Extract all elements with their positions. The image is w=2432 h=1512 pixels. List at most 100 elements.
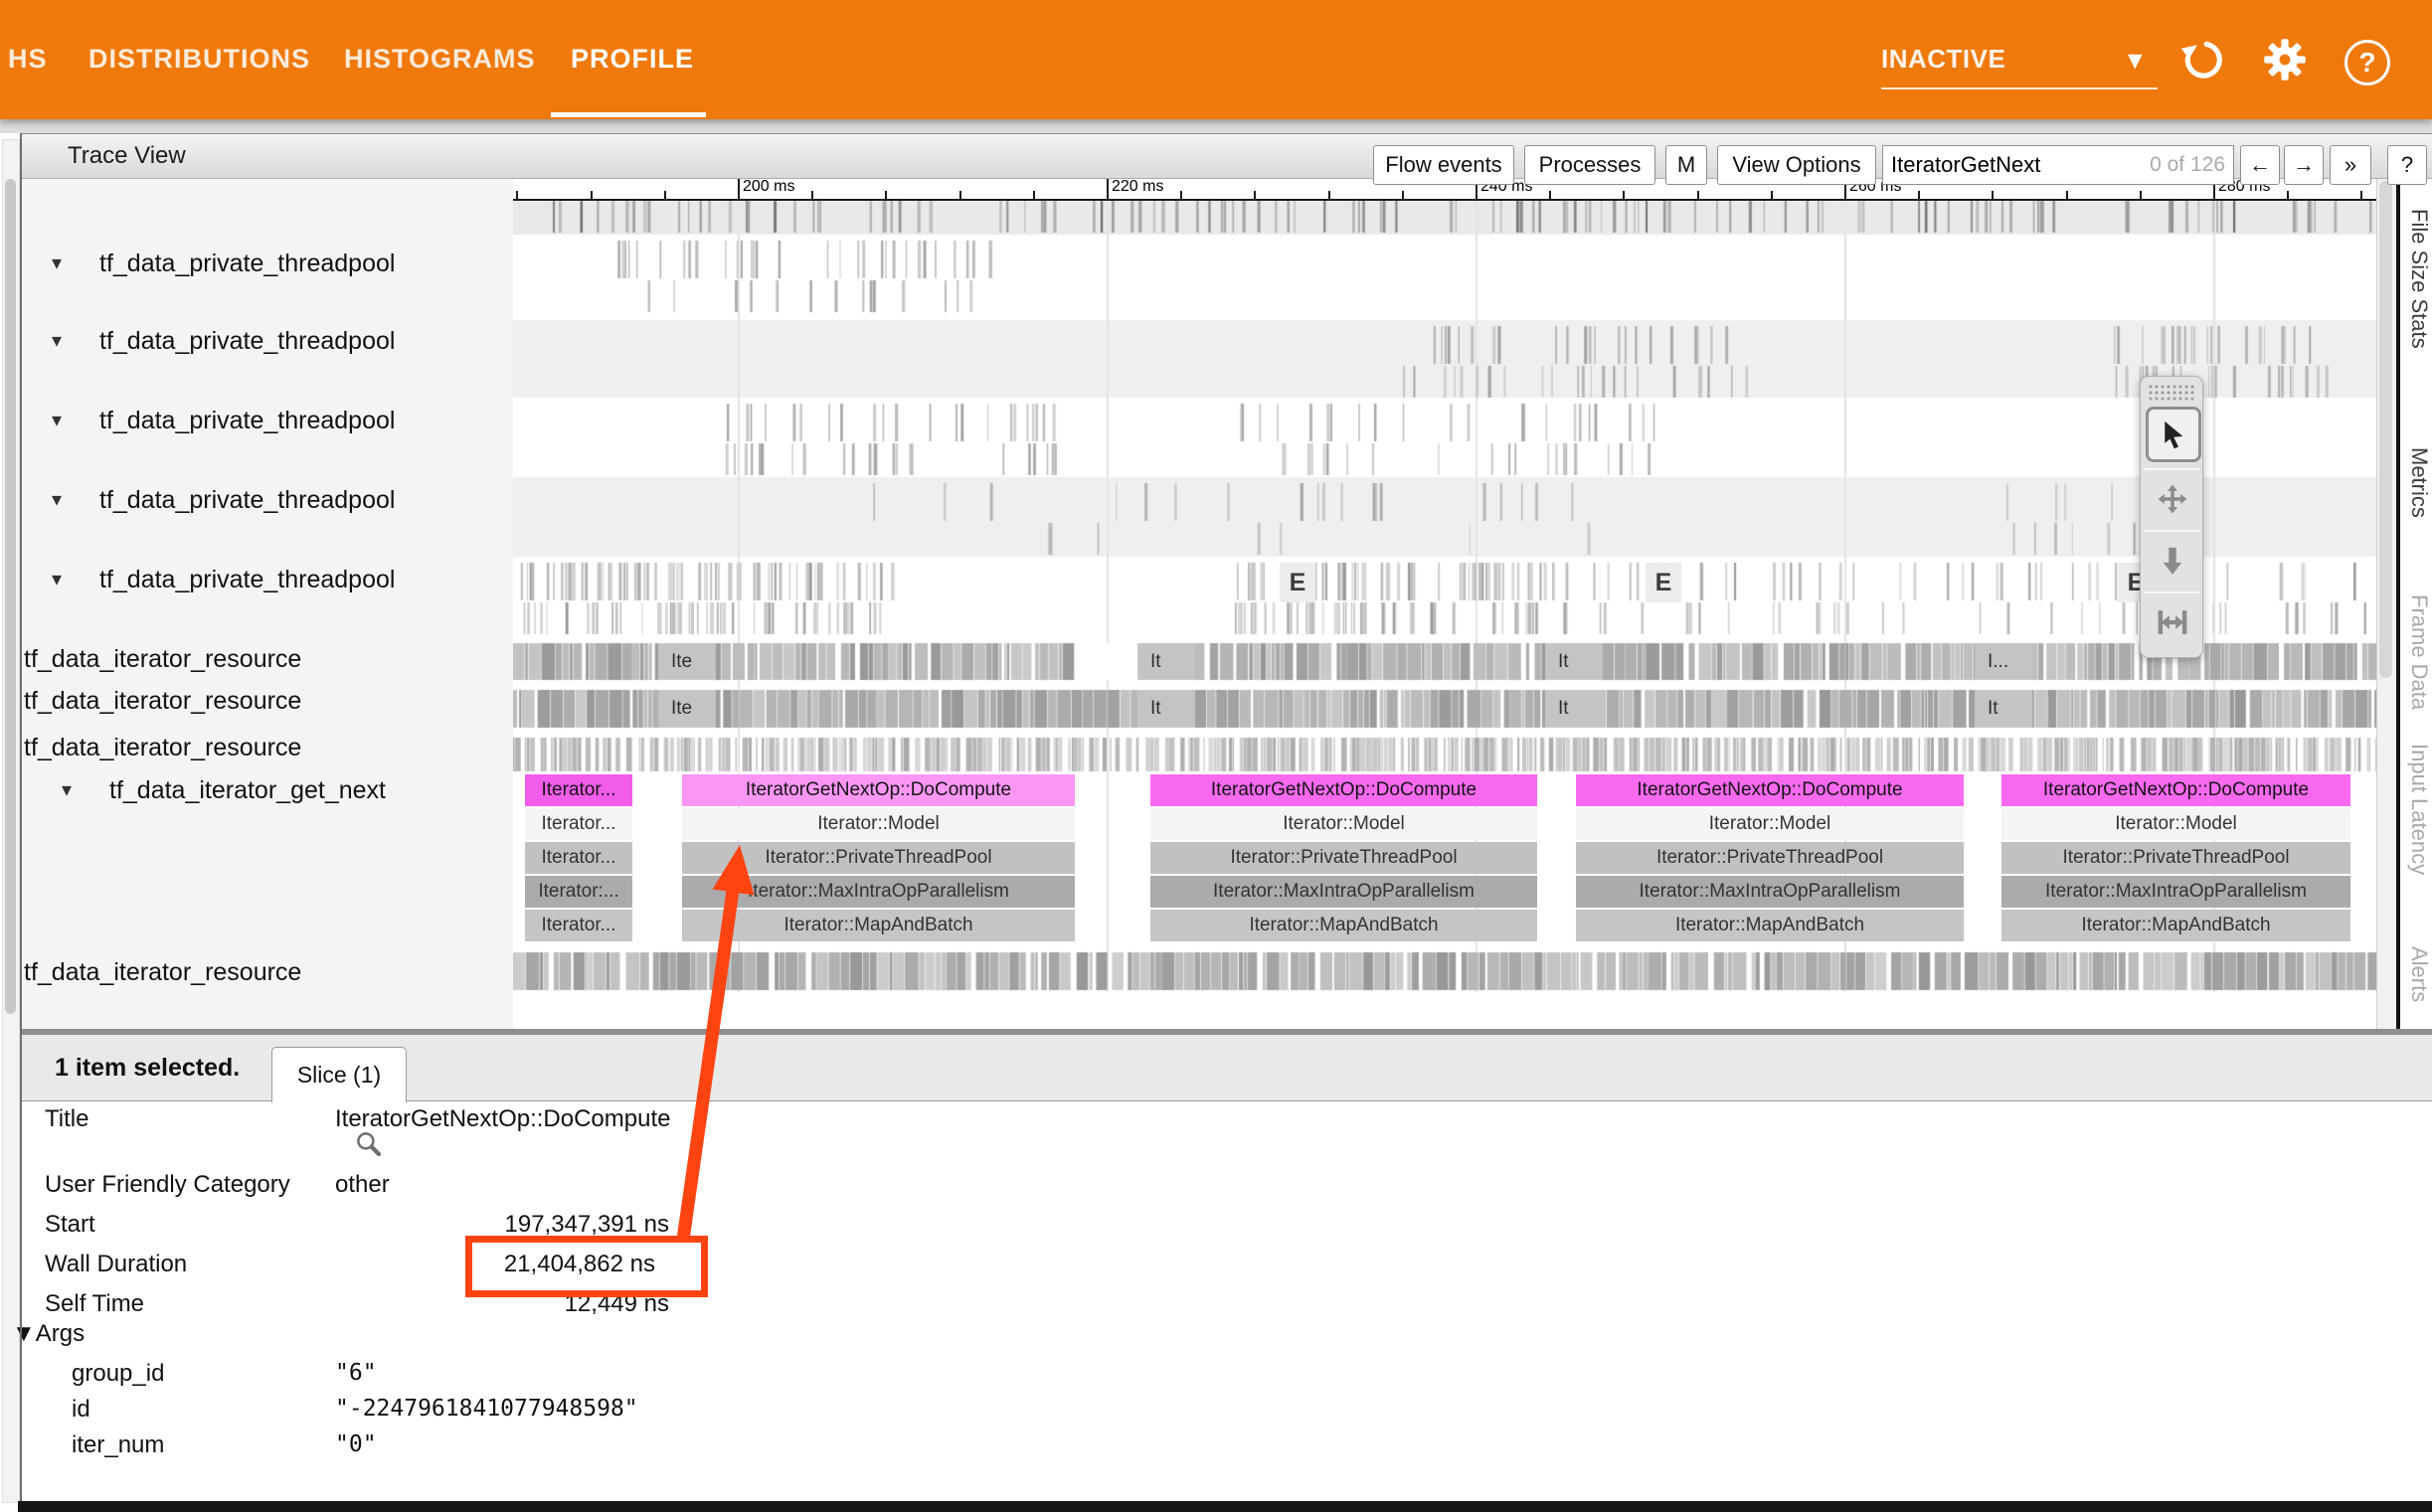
trace-slice-iterator-get-next[interactable]: IteratorGetNextOp::DoCompute <box>1150 774 1537 806</box>
flow-events-button[interactable]: Flow events <box>1373 145 1514 185</box>
trace-slice-child[interactable]: Iterator::MapAndBatch <box>1150 910 1537 941</box>
arg-value: "6" <box>335 1360 377 1386</box>
trace-slice-child[interactable]: Iterator::Model <box>1150 808 1537 840</box>
trace-slice-child[interactable]: Iterator... <box>525 842 632 874</box>
collapse-find-button[interactable]: » <box>2330 145 2371 185</box>
trace-slice-label-chip[interactable]: It <box>1981 695 2005 723</box>
trace-slice-child[interactable]: Iterator::PrivateThreadPool <box>682 842 1075 874</box>
trace-slice-label-chip[interactable]: It <box>1551 648 1576 676</box>
trace-slice-label-chip[interactable]: Ite <box>664 695 699 723</box>
track-label-tf_data_iterator_resource: tf_data_iterator_resource <box>24 644 301 674</box>
ruler-minor-tick <box>516 191 518 199</box>
trace-slice-child[interactable]: Iterator::MaxIntraOpParallelism <box>2001 876 2350 908</box>
trace-vertical-scrollbar-thumb[interactable] <box>2379 181 2392 678</box>
trace-slice-label-chip[interactable]: It <box>1143 695 1168 723</box>
ruler-tick-label: 220 ms <box>1112 178 1163 196</box>
trace-timeline-area[interactable]: 200 ms220 ms240 ms260 ms280 ms Iterator.… <box>513 177 2376 1029</box>
find-input[interactable]: IteratorGetNext 0 of 126 <box>1882 145 2234 185</box>
tab-graphs[interactable]: HS <box>8 44 48 75</box>
run-select-underline <box>1881 87 2158 89</box>
track-label-tf_data_iterator_get_next[interactable]: tf_data_iterator_get_next <box>109 775 386 805</box>
help-icon[interactable]: ? <box>2345 40 2390 85</box>
left-scrollbar-thumb[interactable] <box>5 179 16 1014</box>
ruler-minor-tick <box>1033 191 1035 199</box>
magnifier-icon[interactable] <box>354 1129 384 1164</box>
trace-slice-child[interactable]: Iterator... <box>525 808 632 840</box>
arg-value: "-2247961841077948598" <box>335 1396 638 1422</box>
track-label-tf_data_iterator_resource: tf_data_iterator_resource <box>24 686 301 716</box>
ruler-minor-tick <box>1402 191 1404 199</box>
trace-slice-label-chip[interactable]: It <box>1551 695 1576 723</box>
track-label-tf_data_private_threadpool[interactable]: tf_data_private_threadpool <box>99 249 395 278</box>
tab-distributions[interactable]: DISTRIBUTIONS <box>88 44 310 75</box>
track-collapse-icon[interactable]: ▾ <box>62 777 72 801</box>
ruler-minor-tick <box>2360 191 2362 199</box>
zoom-tool-icon[interactable] <box>2144 530 2199 589</box>
args-section-label[interactable]: ▼Args <box>12 1320 85 1348</box>
track-collapse-icon[interactable]: ▾ <box>52 487 62 511</box>
pan-tool-icon[interactable] <box>2144 468 2199 528</box>
instant-event-marker[interactable]: E <box>1280 563 1315 602</box>
trace-slice-iterator-get-next[interactable]: IteratorGetNextOp::DoCompute <box>682 774 1075 806</box>
trace-slice-iterator-get-next[interactable]: Iterator... <box>525 774 632 806</box>
detail-field-value: other <box>335 1171 669 1199</box>
ruler-minor-tick <box>1180 191 1182 199</box>
trace-slice-child[interactable]: Iterator::Model <box>682 808 1075 840</box>
detail-field-label: Self Time <box>45 1290 144 1318</box>
tab-profile[interactable]: PROFILE <box>571 44 694 75</box>
trace-slice-child[interactable]: Iterator::Model <box>2001 808 2350 840</box>
trace-slice-label-chip[interactable]: Ite <box>664 648 699 676</box>
track-label-tf_data_private_threadpool[interactable]: tf_data_private_threadpool <box>99 406 395 435</box>
settings-gear-icon[interactable] <box>2261 36 2309 84</box>
detail-field-label: User Friendly Category <box>45 1171 290 1199</box>
timing-tool-icon[interactable] <box>2144 591 2199 651</box>
selection-tool-icon[interactable] <box>2146 407 2201 462</box>
trace-slice-label-chip[interactable]: I... <box>1981 648 2015 676</box>
find-prev-button[interactable]: ← <box>2240 145 2280 185</box>
trace-slice-child[interactable]: Iterator::MapAndBatch <box>2001 910 2350 941</box>
trace-slice-child[interactable]: Iterator::MapAndBatch <box>682 910 1075 941</box>
side-tab-metrics[interactable]: Metrics <box>2406 447 2432 518</box>
track-label-tf_data_private_threadpool[interactable]: tf_data_private_threadpool <box>99 485 395 515</box>
processes-button[interactable]: Processes <box>1524 145 1655 185</box>
trace-slice-child[interactable]: Iterator::MaxIntraOpParallelism <box>1576 876 1964 908</box>
find-next-button[interactable]: → <box>2284 145 2324 185</box>
tab-slice[interactable]: Slice (1) <box>271 1047 407 1102</box>
ruler-minor-tick <box>811 191 813 199</box>
trace-slice-child[interactable]: Iterator... <box>525 910 632 941</box>
run-select[interactable]: INACTIVE <box>1881 44 2005 75</box>
trace-slice-child[interactable]: Iterator::PrivateThreadPool <box>1576 842 1964 874</box>
track-collapse-icon[interactable]: ▾ <box>52 408 62 431</box>
trace-slice-child[interactable]: Iterator::PrivateThreadPool <box>2001 842 2350 874</box>
reload-icon[interactable] <box>2179 36 2227 84</box>
trace-slice-iterator-get-next[interactable]: IteratorGetNextOp::DoCompute <box>2001 774 2350 806</box>
trace-slice-child[interactable]: Iterator::MaxIntraOpParallelism <box>682 876 1075 908</box>
trace-slice-label-chip[interactable]: It <box>1143 648 1168 676</box>
side-tab-alerts: Alerts <box>2406 946 2432 1002</box>
track-collapse-icon[interactable]: ▾ <box>52 328 62 352</box>
view-options-button[interactable]: View Options <box>1717 145 1876 185</box>
instant-event-marker[interactable]: E <box>1646 563 1681 602</box>
tab-histograms[interactable]: HISTOGRAMS <box>344 44 536 75</box>
track-collapse-icon[interactable]: ▾ <box>52 251 62 274</box>
palette-grip-handle[interactable] <box>2148 384 2195 402</box>
trace-slice-child[interactable]: Iterator::MapAndBatch <box>1576 910 1964 941</box>
trace-help-button[interactable]: ? <box>2387 145 2427 185</box>
trace-slice-child[interactable]: Iterator::PrivateThreadPool <box>1150 842 1537 874</box>
trace-slice-child[interactable]: Iterator:... <box>525 876 632 908</box>
detail-field-label: Title <box>45 1105 88 1133</box>
ruler-minor-tick <box>1697 191 1699 199</box>
trace-slice-child[interactable]: Iterator::MaxIntraOpParallelism <box>1150 876 1537 908</box>
metadata-button[interactable]: M <box>1665 145 1707 185</box>
track-collapse-icon[interactable]: ▾ <box>52 567 62 590</box>
ruler-minor-tick <box>1328 191 1330 199</box>
app-header: HS DISTRIBUTIONS HISTOGRAMS PROFILE INAC… <box>0 0 2432 119</box>
trace-slice-iterator-get-next[interactable]: IteratorGetNextOp::DoCompute <box>1576 774 1964 806</box>
track-label-tf_data_private_threadpool[interactable]: tf_data_private_threadpool <box>99 326 395 356</box>
find-result-count: 0 of 126 <box>2150 153 2225 177</box>
trace-slice-child[interactable]: Iterator::Model <box>1576 808 1964 840</box>
ruler-minor-tick <box>2287 191 2289 199</box>
side-tab-file-size-stats[interactable]: File Size Stats <box>2406 209 2432 349</box>
tool-palette[interactable] <box>2140 376 2203 658</box>
track-label-tf_data_private_threadpool[interactable]: tf_data_private_threadpool <box>99 565 395 594</box>
